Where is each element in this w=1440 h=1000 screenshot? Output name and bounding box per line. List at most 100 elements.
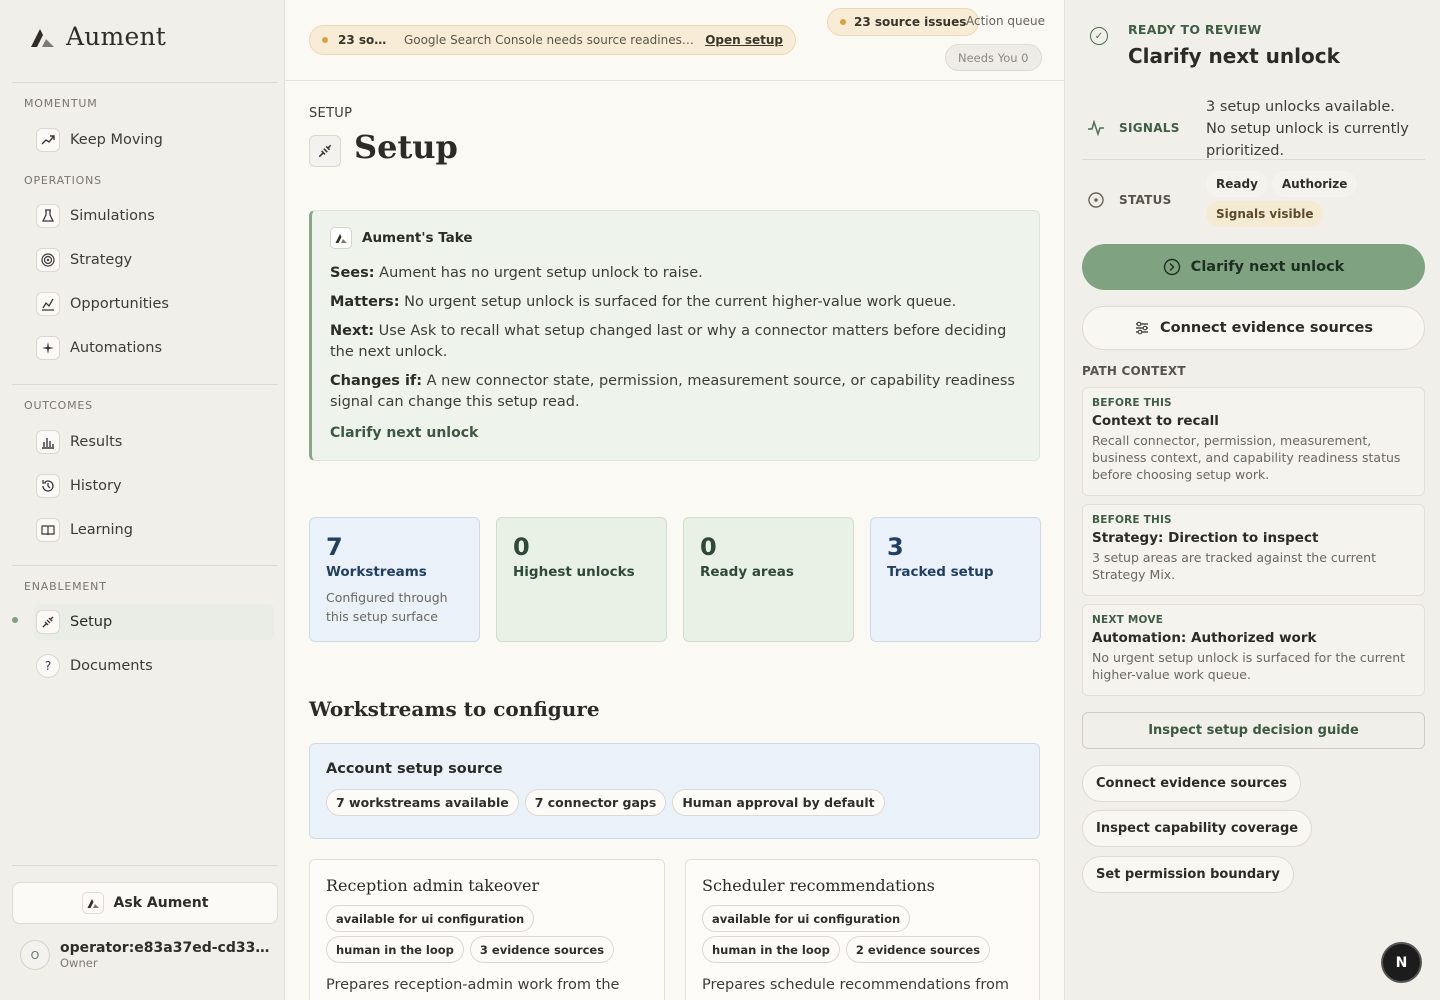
review-title: Clarify next unlock xyxy=(1128,44,1340,68)
take-sees: Sees: Aument has no urgent setup unlock … xyxy=(330,263,1021,284)
main-content: 23 sourc… Google Search Console needs so… xyxy=(285,0,1064,1000)
workstream-title: Reception admin takeover xyxy=(326,876,540,895)
path-desc: 3 setup areas are tracked against the cu… xyxy=(1092,550,1376,582)
action-queue-link[interactable]: Action queue xyxy=(966,14,1045,28)
sidebar-item-keep-moving[interactable]: Keep Moving xyxy=(36,122,276,158)
stat-card-tracked-setup[interactable]: 3 Tracked setup xyxy=(870,517,1041,642)
path-card-strategy[interactable]: BEFORE THIS Strategy: Direction to inspe… xyxy=(1082,504,1425,596)
aument-logo-icon xyxy=(81,892,104,914)
sidebar-item-history[interactable]: History xyxy=(36,468,276,504)
stat-card-highest-unlocks[interactable]: 0 Highest unlocks xyxy=(496,517,667,642)
changes-label: Changes if: xyxy=(330,373,423,389)
divider xyxy=(1082,159,1425,160)
plug-icon xyxy=(36,610,60,634)
path-desc: Recall connector, permission, measuremen… xyxy=(1092,433,1401,482)
chart-icon xyxy=(36,292,60,316)
take-changes: Changes if: A new connector state, permi… xyxy=(330,371,1021,413)
path-card-automation[interactable]: NEXT MOVE Automation: Authorized work No… xyxy=(1082,604,1425,696)
sidebar-item-results[interactable]: Results xyxy=(36,424,276,460)
sidebar-item-documents[interactable]: ? Documents xyxy=(36,648,276,684)
connect-evidence-sources-button[interactable]: Connect evidence sources xyxy=(1082,306,1425,350)
sidebar-item-setup[interactable]: Setup xyxy=(34,604,274,640)
review-label: READY TO REVIEW xyxy=(1128,22,1262,37)
signals-label: SIGNALS xyxy=(1119,121,1180,135)
workstream-card-scheduler[interactable]: Scheduler recommendations available for … xyxy=(685,859,1040,1000)
sidebar-item-simulations[interactable]: Simulations xyxy=(36,198,276,234)
signals-line-2: No setup unlock is currently prioritized… xyxy=(1206,121,1409,159)
app-name: Aument xyxy=(66,22,167,51)
source-issues-label: 23 source issues xyxy=(854,15,967,29)
avatar: O xyxy=(20,940,50,970)
chip: available for ui configuration xyxy=(702,905,911,932)
section-outcomes: OUTCOMES xyxy=(24,399,93,412)
path-kicker: NEXT MOVE xyxy=(1092,614,1164,626)
sliders-icon xyxy=(1135,321,1148,335)
ask-aument-button[interactable]: Ask Aument xyxy=(12,882,278,924)
sidebar-item-label: Opportunities xyxy=(70,296,169,312)
sidebar-item-opportunities[interactable]: Opportunities xyxy=(36,286,276,322)
inspect-setup-guide-button[interactable]: Inspect setup decision guide xyxy=(1082,712,1425,749)
divider xyxy=(12,384,278,385)
signals-text: 3 setup unlocks available. No setup unlo… xyxy=(1206,96,1426,162)
open-setup-link[interactable]: Open setup xyxy=(705,33,783,47)
chip: human in the loop xyxy=(702,936,840,963)
status-chips: Ready Authorize Signals visible xyxy=(1206,171,1426,227)
path-context-heading: PATH CONTEXT xyxy=(1082,364,1186,378)
help-icon: ? xyxy=(36,654,60,678)
source-issues-badge[interactable]: 23 source issues xyxy=(827,8,980,36)
sidebar-item-label: Learning xyxy=(70,522,133,538)
next-text: Use Ask to recall what setup changed las… xyxy=(330,323,1007,360)
stat-sub: Configured through this setup surface xyxy=(326,590,448,624)
inspect-capability-coverage-pill[interactable]: Inspect capability coverage xyxy=(1082,810,1313,847)
sidebar-item-label: Automations xyxy=(70,340,163,356)
connect-evidence-sources-pill[interactable]: Connect evidence sources xyxy=(1082,765,1302,802)
set-permission-boundary-pill[interactable]: Set permission boundary xyxy=(1082,856,1294,893)
book-icon xyxy=(36,518,60,542)
path-card-context[interactable]: BEFORE THIS Context to recall Recall con… xyxy=(1082,387,1425,496)
stat-value: 0 xyxy=(700,533,717,561)
trend-up-icon xyxy=(36,128,60,152)
chip: available for ui configuration xyxy=(326,905,535,932)
aument-logo-icon xyxy=(31,28,54,47)
sidebar-item-automations[interactable]: Automations xyxy=(36,330,276,366)
take-next: Next: Use Ask to recall what setup chang… xyxy=(330,321,1021,363)
stat-card-workstreams[interactable]: 7 Workstreams Configured through this se… xyxy=(309,517,480,642)
app-logo[interactable]: Aument xyxy=(28,22,166,51)
bar-chart-icon xyxy=(36,430,60,454)
status-row-label: STATUS xyxy=(1087,191,1172,209)
workstream-chips: available for ui configuration human in … xyxy=(702,905,1022,963)
sidebar-item-strategy[interactable]: Strategy xyxy=(36,242,276,278)
page-title: Setup xyxy=(354,128,458,166)
workstream-card-reception[interactable]: Reception admin takeover available for u… xyxy=(309,859,665,1000)
status-label: STATUS xyxy=(1119,193,1172,207)
sidebar-item-label: History xyxy=(70,478,122,494)
user-profile[interactable]: O operator:e83a37ed-cd33-41… Owner xyxy=(20,940,270,970)
secondary-button-label: Connect evidence sources xyxy=(1159,320,1374,336)
clarify-next-unlock-link[interactable]: Clarify next unlock xyxy=(330,425,1021,441)
workstreams-heading: Workstreams to configure xyxy=(309,697,600,721)
sidebar: Aument MOMENTUM Keep Moving OPERATIONS S… xyxy=(0,0,285,1000)
sidebar-item-label: Documents xyxy=(70,658,153,674)
pulse-icon xyxy=(1088,119,1104,137)
user-name: operator:e83a37ed-cd33-41… xyxy=(60,940,270,956)
divider xyxy=(12,82,278,83)
account-chips: 7 workstreams available 7 connector gaps… xyxy=(326,789,1023,816)
stat-card-ready-areas[interactable]: 0 Ready areas xyxy=(683,517,854,642)
source-readiness-banner: 23 sourc… Google Search Console needs so… xyxy=(309,25,796,55)
floating-n-button[interactable]: N xyxy=(1383,944,1420,981)
take-header: Aument's Take xyxy=(330,227,1021,249)
sidebar-item-learning[interactable]: Learning xyxy=(36,512,276,548)
clarify-next-unlock-button[interactable]: Clarify next unlock xyxy=(1082,244,1425,290)
needs-you-badge[interactable]: Needs You 0 xyxy=(945,44,1042,71)
primary-button-label: Clarify next unlock xyxy=(1190,259,1345,275)
status-circle-icon xyxy=(1088,192,1104,208)
warning-dot-icon xyxy=(840,19,846,25)
active-indicator xyxy=(12,617,18,623)
stat-label: Highest unlocks xyxy=(513,564,635,580)
signals-line-1: 3 setup unlocks available. xyxy=(1206,99,1395,115)
banner-count: 23 sourc… xyxy=(338,33,394,47)
section-enablement: ENABLEMENT xyxy=(24,580,107,593)
section-momentum: MOMENTUM xyxy=(24,97,98,110)
chip: 3 evidence sources xyxy=(469,936,615,963)
sidebar-item-label: Strategy xyxy=(70,252,133,268)
